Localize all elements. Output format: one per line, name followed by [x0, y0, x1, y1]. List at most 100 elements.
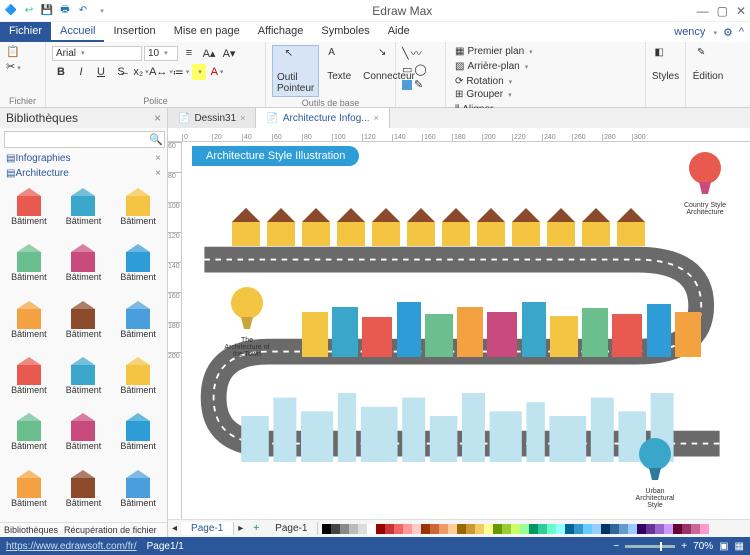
- library-shape[interactable]: Bâtiment: [111, 465, 165, 520]
- rect-shape-icon[interactable]: ▭: [402, 63, 412, 76]
- line-spacing-icon[interactable]: ≡: [180, 45, 198, 61]
- print-icon[interactable]: 🖶: [58, 4, 72, 18]
- maximize-button[interactable]: ▢: [717, 4, 728, 18]
- line-shape-icon[interactable]: ╲: [402, 47, 409, 60]
- menu-aide[interactable]: Aide: [379, 22, 419, 42]
- status-url[interactable]: https://www.edrawsoft.com/fr/: [6, 541, 137, 552]
- save-icon[interactable]: 💾: [40, 4, 54, 18]
- zoom-out-button[interactable]: −: [613, 541, 619, 552]
- send-back-button[interactable]: ▨ Arrière-plan: [452, 60, 639, 73]
- library-shape[interactable]: Bâtiment: [57, 296, 111, 351]
- menu-file[interactable]: Fichier: [0, 22, 51, 42]
- qat-more-icon[interactable]: [94, 4, 108, 18]
- font-size-select[interactable]: 10: [144, 46, 178, 61]
- menu-accueil[interactable]: Accueil: [51, 22, 104, 42]
- doc-tab-architecture[interactable]: 📄 Architecture Infog... ×: [256, 108, 389, 128]
- add-page-button[interactable]: +: [247, 523, 265, 534]
- strike-button[interactable]: S̶: [112, 64, 130, 80]
- page-tab-1b[interactable]: Page-1: [265, 522, 318, 535]
- back-icon[interactable]: ↩: [22, 4, 36, 18]
- ribbon: 📋 ✂ Fichier Arial 10 ≡ A▴ A▾ B I U S̶ x₂…: [0, 42, 750, 108]
- library-shape[interactable]: Bâtiment: [57, 239, 111, 294]
- search-input[interactable]: [4, 131, 165, 148]
- menu-mise-en-page[interactable]: Mise en page: [165, 22, 249, 42]
- ellipse-shape-icon[interactable]: ◯: [414, 63, 426, 76]
- italic-button[interactable]: I: [72, 64, 90, 80]
- library-shape[interactable]: Bâtiment: [2, 296, 56, 351]
- balloon-urban[interactable]: Urban Architectural Style: [630, 438, 680, 509]
- library-shape[interactable]: Bâtiment: [2, 239, 56, 294]
- font-name-select[interactable]: Arial: [52, 46, 142, 61]
- balloon-town[interactable]: The Architecture of the Town: [222, 287, 272, 358]
- status-bar: https://www.edrawsoft.com/fr/ Page1/1 − …: [0, 537, 750, 555]
- styles-button[interactable]: ◧ Styles: [652, 45, 679, 84]
- page-prev-icon[interactable]: ◂: [168, 523, 181, 534]
- library-shape[interactable]: Bâtiment: [111, 408, 165, 463]
- library-shape[interactable]: Bâtiment: [2, 408, 56, 463]
- text-tool-button[interactable]: A Texte: [323, 45, 355, 84]
- paste-icon[interactable]: 📋: [6, 45, 21, 58]
- doc-tab-dessin31[interactable]: 📄 Dessin31 ×: [168, 108, 256, 128]
- bold-button[interactable]: B: [52, 64, 70, 80]
- user-menu-caret[interactable]: [711, 26, 717, 38]
- library-shape[interactable]: Bâtiment: [57, 183, 111, 238]
- bring-front-button[interactable]: ▦ Premier plan: [452, 45, 639, 58]
- menu-symboles[interactable]: Symboles: [312, 22, 378, 42]
- ribbon-group-fichier: 📋 ✂ Fichier: [0, 42, 46, 107]
- highlight-button[interactable]: [192, 64, 206, 80]
- canvas[interactable]: Architecture Style Illustration: [182, 142, 750, 519]
- fill-color-button[interactable]: [402, 80, 412, 90]
- rotate-button[interactable]: ⟳ Rotation: [452, 75, 639, 88]
- section-architecture[interactable]: ▤ Architecture×: [0, 166, 167, 181]
- subscript-button[interactable]: x₂: [132, 64, 150, 80]
- ribbon-group-shapes: ╲ 〰 ▭ ◯ ✎: [396, 42, 446, 107]
- eyedrop-icon[interactable]: ✎: [414, 78, 423, 91]
- library-shape[interactable]: Bâtiment: [57, 465, 111, 520]
- sidebar-close-icon[interactable]: ×: [154, 111, 161, 125]
- undo-icon[interactable]: ↶: [76, 4, 90, 18]
- menu-affichage[interactable]: Affichage: [249, 22, 313, 42]
- library-shape[interactable]: Bâtiment: [111, 239, 165, 294]
- sidebar-foot-biblio[interactable]: Bibliothèques: [4, 525, 58, 535]
- shape-library-grid: BâtimentBâtimentBâtimentBâtimentBâtiment…: [0, 181, 167, 522]
- grow-font-icon[interactable]: A▴: [200, 45, 218, 61]
- spacing-button[interactable]: A↔: [152, 64, 170, 80]
- library-shape[interactable]: Bâtiment: [111, 296, 165, 351]
- library-shape[interactable]: Bâtiment: [2, 183, 56, 238]
- section-infographies[interactable]: ▤ Infographies×: [0, 151, 167, 166]
- canvas-title-banner[interactable]: Architecture Style Illustration: [192, 146, 359, 166]
- fit-page-icon[interactable]: ▣: [719, 541, 728, 552]
- group-button[interactable]: ⊞ Grouper: [452, 88, 639, 101]
- shrink-font-icon[interactable]: A▾: [220, 45, 238, 61]
- edit-button[interactable]: ✎ Édition: [692, 45, 724, 84]
- font-color-button[interactable]: A: [208, 64, 226, 80]
- paste-caret[interactable]: ✂: [6, 60, 21, 73]
- close-button[interactable]: ✕: [736, 4, 746, 18]
- library-shape[interactable]: Bâtiment: [57, 408, 111, 463]
- curve-shape-icon[interactable]: 〰: [411, 45, 422, 61]
- color-palette-strip[interactable]: [322, 524, 750, 534]
- library-shape[interactable]: Bâtiment: [57, 352, 111, 407]
- view-mode-icon[interactable]: ▦: [735, 541, 744, 552]
- library-shape[interactable]: Bâtiment: [2, 465, 56, 520]
- page-tab-1[interactable]: Page-1: [181, 522, 234, 535]
- bullet-button[interactable]: ≔: [172, 64, 190, 80]
- minimize-button[interactable]: —: [697, 4, 709, 18]
- pointer-tool-button[interactable]: ↖ Outil Pointeur: [272, 45, 319, 97]
- search-icon[interactable]: 🔍: [149, 133, 163, 146]
- zoom-slider[interactable]: [625, 545, 675, 548]
- zoom-in-button[interactable]: +: [681, 541, 687, 552]
- ruler-horizontal: 0204060801001201401601802002202402602803…: [168, 128, 750, 142]
- library-shape[interactable]: Bâtiment: [111, 183, 165, 238]
- user-name[interactable]: wency: [674, 26, 705, 38]
- houses-row: [232, 204, 652, 246]
- sidebar-foot-recup[interactable]: Récupération de fichier: [64, 525, 157, 535]
- page-next-icon[interactable]: ▸: [234, 523, 247, 534]
- balloon-country[interactable]: Country Style Architecture: [680, 152, 730, 216]
- ribbon-collapse-icon[interactable]: ^: [739, 26, 744, 38]
- settings-icon[interactable]: ⚙: [723, 26, 733, 39]
- library-shape[interactable]: Bâtiment: [2, 352, 56, 407]
- underline-button[interactable]: U: [92, 64, 110, 80]
- menu-insertion[interactable]: Insertion: [104, 22, 164, 42]
- library-shape[interactable]: Bâtiment: [111, 352, 165, 407]
